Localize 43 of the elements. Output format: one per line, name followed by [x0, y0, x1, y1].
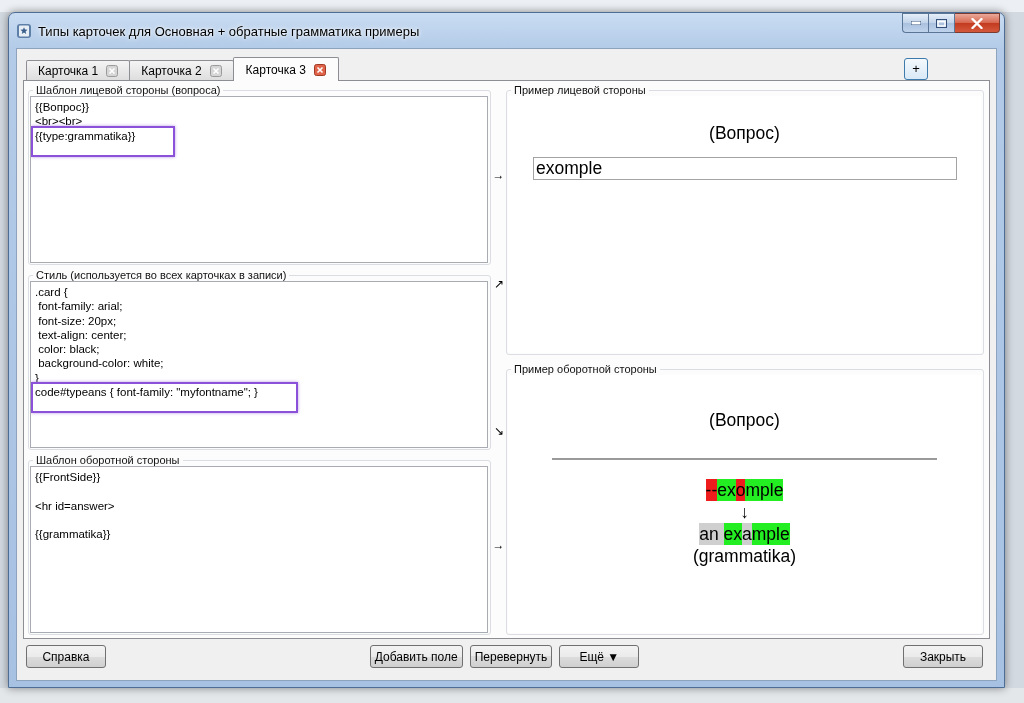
arrow-label: ↓ [740, 501, 749, 523]
group-title: Шаблон оборотной стороны [35, 454, 181, 466]
tab-label: Карточка 3 [245, 62, 306, 77]
add-tab-button[interactable]: + [904, 57, 928, 80]
minimize-button[interactable] [902, 13, 928, 33]
card-tab[interactable]: Карточка 3 [232, 57, 339, 81]
close-button[interactable] [955, 13, 1000, 33]
group-title: Стиль (используется во всех карточках в записи) [35, 269, 288, 281]
group-title: Пример лицевой стороны [513, 84, 647, 96]
close-icon[interactable] [106, 64, 119, 77]
window-title: Типы карточек для Основная + обратные грамматика примеры [38, 24, 420, 39]
dialog-button[interactable]: Справка [26, 645, 106, 668]
maximize-icon [936, 18, 947, 28]
arrow-label: ↗ [493, 277, 504, 291]
tab-label: Карточка 2 [141, 63, 202, 78]
arrow-label: → [492, 167, 505, 182]
arrow-label: → [492, 537, 505, 552]
dialog-button[interactable]: Добавить поле [369, 645, 463, 668]
code-text: {{Вопрос}} <br><br> [35, 100, 90, 129]
field-text: (grammatika) [692, 545, 797, 567]
close-icon[interactable] [313, 63, 326, 76]
dialog-button[interactable]: Ещё ▼ [559, 645, 640, 668]
group-title: Пример оборотной стороны [513, 363, 658, 375]
tab-label: Карточка 1 [38, 63, 99, 78]
arrow-label: ↘ [493, 424, 504, 438]
question-text: (Вопрос) [709, 409, 780, 431]
card-tab[interactable]: Карточка 1 [26, 60, 131, 80]
code-text: code#typeans { font-family: "myfontname"; } [35, 385, 258, 400]
maximize-button[interactable] [928, 13, 955, 33]
code-text: {{FrontSide}} <hr id=answer> {{grammatika}} [35, 470, 115, 542]
group-title: Шаблон лицевой стороны (вопроса) [35, 84, 222, 96]
template-editor[interactable]: {{Вопрос}} <br><br> {{type:grammatika}} [30, 96, 488, 263]
template-editor[interactable]: {{FrontSide}} <hr id=answer> {{grammatika}} [30, 466, 488, 633]
close-icon [971, 17, 983, 29]
dialog-button[interactable]: Закрыть [903, 645, 983, 668]
app-icon [16, 23, 32, 39]
question-text: (Вопрос) [709, 122, 780, 144]
code-text: {{type:grammatika}} [35, 128, 136, 143]
dialog-button[interactable]: Перевернуть [469, 645, 553, 668]
minimize-icon [910, 21, 921, 25]
card-tab[interactable]: Карточка 2 [129, 60, 234, 80]
close-icon[interactable] [209, 64, 222, 77]
answer-input[interactable]: exomple [533, 157, 957, 180]
